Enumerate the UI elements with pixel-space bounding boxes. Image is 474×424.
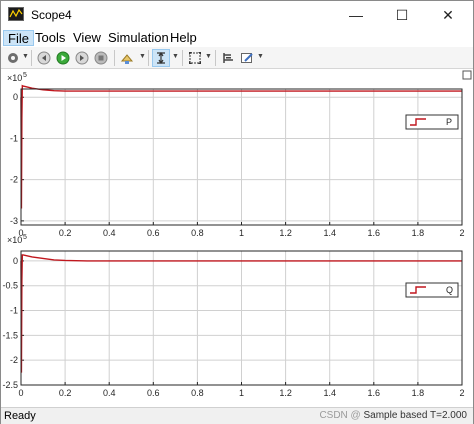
x-tick-label: 1.8	[412, 388, 425, 398]
x-tick-label: 1.6	[368, 388, 381, 398]
scope-plots[interactable]: 0 0.2 0.4 0.6 0.8 1 1.2 1.4 1.6 1.8 20-1-2-3×10 5P0…	[1, 69, 473, 407]
y-tick-label: 0	[13, 256, 18, 266]
x-tick-label: 1.2	[279, 228, 292, 238]
y-tick-label: -1	[10, 133, 18, 143]
x-tick-label: 0.8	[191, 388, 204, 398]
zoom-button[interactable]	[152, 49, 170, 67]
y-tick-label: 0	[13, 92, 18, 102]
menu-simulation[interactable]: Simulation	[104, 30, 173, 46]
step-back-button[interactable]	[35, 49, 53, 67]
maximize-button[interactable]: ☐	[379, 1, 425, 29]
toolbar-separator	[182, 50, 183, 66]
y-exponent-power: 5	[23, 234, 27, 241]
step-forward-button[interactable]	[73, 49, 91, 67]
stop-button[interactable]	[92, 49, 110, 67]
x-tick-label: 1	[239, 228, 244, 238]
y-tick-label: -2.5	[2, 380, 18, 390]
y-tick-label: -1.5	[2, 330, 18, 340]
minimize-icon: —	[349, 7, 363, 23]
close-icon: ✕	[442, 6, 454, 23]
toolbar-separator	[148, 50, 149, 66]
x-tick-label: 0.4	[103, 228, 116, 238]
step-forward-icon	[75, 51, 89, 65]
scope-window: Scope4 — ☐ ✕ File Tools View Simulation …	[0, 0, 474, 424]
highlight-button[interactable]	[119, 49, 137, 67]
settings-button[interactable]	[4, 49, 22, 67]
x-tick-label: 1.2	[279, 388, 292, 398]
style-button[interactable]	[238, 49, 256, 67]
x-tick-label: 1.4	[323, 388, 336, 398]
y-tick-label: -0.5	[2, 281, 18, 291]
plot-area: 0 0.2 0.4 0.6 0.8 1 1.2 1.4 1.6 1.8 2 0 -1 -2 -3 ×10 5 P 0…	[1, 69, 473, 407]
toolbar-separator	[215, 50, 216, 66]
run-button[interactable]	[54, 49, 72, 67]
sample-time-text: Sample based T=2.000	[363, 410, 467, 421]
style-dropdown-icon[interactable]: ▼	[257, 53, 264, 60]
cursor-measurements-button[interactable]	[219, 49, 237, 67]
menu-help[interactable]: Help	[166, 30, 201, 46]
status-bar: Ready CSDN @ Sample based T=2.000	[1, 407, 473, 424]
autoscale-button[interactable]	[186, 49, 204, 67]
zoom-dropdown-icon[interactable]: ▼	[172, 53, 179, 60]
toolbar: ▼ ▼ ▼ ▼ ▼	[1, 47, 473, 69]
menu-view[interactable]: View	[69, 30, 105, 46]
settings-dropdown-icon[interactable]: ▼	[22, 53, 29, 60]
x-tick-label: 2	[459, 388, 464, 398]
y-exponent-power: 5	[23, 72, 27, 79]
autoscale-dropdown-icon[interactable]: ▼	[205, 53, 212, 60]
zoom-icon	[157, 51, 165, 65]
toolbar-separator	[31, 50, 32, 66]
stop-icon	[94, 51, 108, 65]
settings-icon	[8, 53, 18, 63]
status-ready: Ready	[4, 410, 36, 422]
step-back-icon	[37, 51, 51, 65]
x-tick-label: 1.4	[323, 228, 336, 238]
x-tick-label: 0.2	[59, 388, 72, 398]
close-button[interactable]: ✕	[425, 1, 471, 29]
toolbar-separator	[114, 50, 115, 66]
window-title: Scope4	[31, 8, 72, 22]
y-tick-label: -1	[10, 306, 18, 316]
legend-label: Q	[446, 285, 453, 295]
run-icon	[56, 51, 70, 65]
y-tick-label: -2	[10, 355, 18, 365]
scope-app-icon	[8, 7, 24, 21]
cursor-measurements-icon	[223, 53, 233, 63]
x-tick-label: 0.4	[103, 388, 116, 398]
y-exponent-label: ×10	[7, 235, 22, 245]
maximize-icon: ☐	[395, 6, 409, 23]
y-tick-label: -3	[10, 216, 18, 226]
title-bar: Scope4 — ☐ ✕	[1, 1, 473, 29]
menu-bar: File Tools View Simulation Help	[1, 29, 473, 47]
y-exponent-label: ×10	[7, 73, 22, 83]
y-tick-label: -2	[10, 175, 18, 185]
menu-file[interactable]: File	[3, 30, 34, 46]
x-tick-label: 1.8	[412, 228, 425, 238]
autoscale-icon	[189, 52, 201, 64]
highlight-icon	[120, 54, 134, 64]
undock-icon[interactable]	[462, 70, 472, 80]
x-tick-label: 2	[459, 228, 464, 238]
x-tick-label: 0.2	[59, 228, 72, 238]
x-tick-label: 1.6	[368, 228, 381, 238]
x-tick-label: 0.6	[147, 228, 160, 238]
x-tick-label: 0.6	[147, 388, 160, 398]
x-tick-label: 0.8	[191, 228, 204, 238]
x-tick-label: 0	[18, 388, 23, 398]
highlight-dropdown-icon[interactable]: ▼	[139, 53, 146, 60]
x-tick-label: 1	[239, 388, 244, 398]
style-icon	[241, 53, 253, 63]
menu-tools[interactable]: Tools	[31, 30, 69, 46]
status-sample-info: CSDN @ Sample based T=2.000	[319, 410, 467, 421]
minimize-button[interactable]: —	[333, 1, 379, 29]
legend-label: P	[446, 117, 452, 127]
watermark-text: CSDN @	[319, 410, 361, 421]
